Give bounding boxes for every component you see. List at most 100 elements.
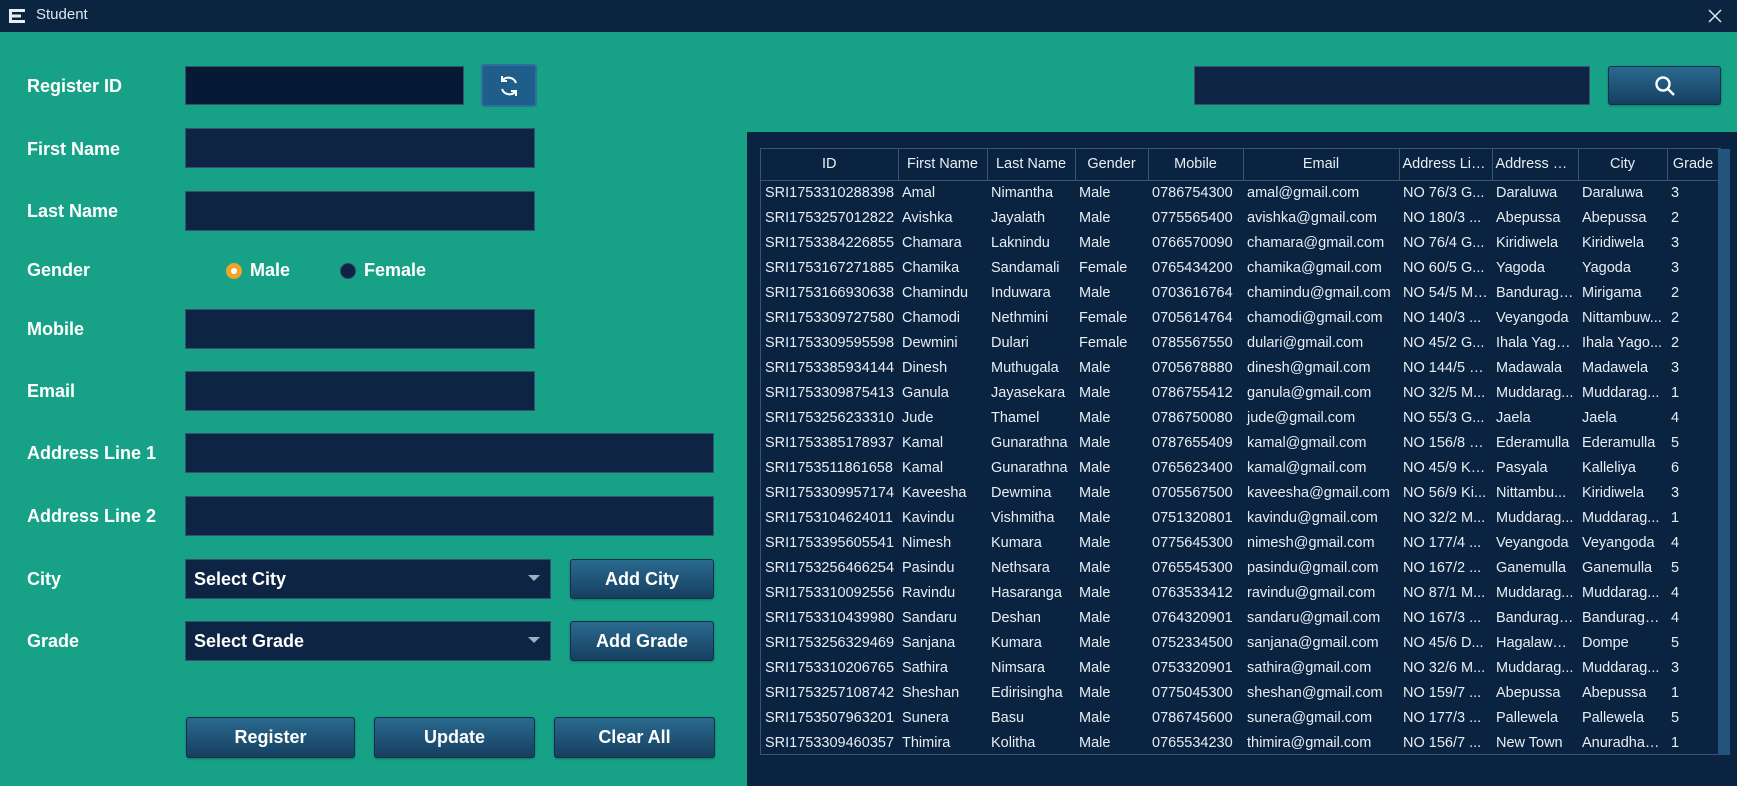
- student-table[interactable]: ID First Name Last Name Gender Mobile Em…: [761, 149, 1720, 754]
- radio-unchecked-icon: [340, 262, 356, 279]
- table-cell: 0751320801: [1152, 509, 1233, 526]
- table-row[interactable]: SRI1753309875413 Ganula Jayasekara Male 0786…: [761, 380, 1719, 405]
- search-button[interactable]: [1608, 66, 1721, 105]
- table-row[interactable]: SRI1753309460357 Thimira Kolitha Male 076553…: [761, 730, 1719, 754]
- table-cell: SRI1753507963201: [765, 709, 895, 726]
- table-row[interactable]: SRI1753166930638 Chamindu Induwara Male 0703…: [761, 280, 1719, 305]
- table-cell: Laknindu: [991, 234, 1050, 251]
- column-header[interactable]: First Name: [898, 149, 988, 181]
- table-cell: NO 54/5 Mi...: [1403, 284, 1489, 301]
- gender-male-radio[interactable]: Male: [226, 260, 290, 281]
- column-header[interactable]: Address Line 2: [1492, 149, 1579, 181]
- table-row[interactable]: SRI1753310092556 Ravindu Hasaranga Male 0763…: [761, 580, 1719, 605]
- mobile-field[interactable]: [185, 309, 535, 349]
- table-row[interactable]: SRI1753257108742 Sheshan Edirisingha Male 07…: [761, 680, 1719, 705]
- first-name-field[interactable]: [185, 128, 535, 168]
- table-cell: Veyangoda: [1582, 534, 1655, 551]
- table-row[interactable]: SRI1753256233310 Jude Thamel Male 0786750080…: [761, 405, 1719, 430]
- table-row[interactable]: SRI1753309957174 Kaveesha Dewmina Male 07055…: [761, 480, 1719, 505]
- table-cell: avishka@gmail.com: [1247, 209, 1377, 226]
- table-cell: jude@gmail.com: [1247, 409, 1356, 426]
- table-cell: sathira@gmail.com: [1247, 659, 1372, 676]
- address-line-1-field[interactable]: [185, 433, 714, 473]
- column-header[interactable]: Email: [1243, 149, 1400, 181]
- refresh-button[interactable]: [481, 64, 537, 107]
- email-field[interactable]: [185, 371, 535, 411]
- table-cell: Nethmini: [991, 309, 1049, 326]
- table-cell: 3: [1671, 234, 1680, 251]
- table-row[interactable]: SRI1753257012822 Avishka Jayalath Male 07755…: [761, 205, 1719, 230]
- column-header[interactable]: Grade: [1667, 149, 1720, 181]
- table-cell: 0785567550: [1152, 334, 1233, 351]
- column-header[interactable]: Mobile: [1148, 149, 1244, 181]
- table-cell: Edirisingha: [991, 684, 1063, 701]
- table-row[interactable]: SRI1753507963201 Sunera Basu Male 0786745600…: [761, 705, 1719, 730]
- register-button[interactable]: Register: [186, 717, 355, 758]
- table-cell: 1: [1671, 384, 1680, 401]
- chevron-down-icon: [528, 637, 540, 643]
- table-row[interactable]: SRI1753310288398 Amal Nimantha Male 07867543…: [761, 180, 1719, 205]
- gender-female-radio[interactable]: Female: [340, 260, 426, 281]
- column-header[interactable]: City: [1578, 149, 1668, 181]
- table-row[interactable]: SRI1753104624011 Kavindu Vishmitha Male 0751…: [761, 505, 1719, 530]
- table-cell: Kaveesha: [902, 484, 967, 501]
- table-cell: Nethsara: [991, 559, 1050, 576]
- refresh-icon: [501, 75, 517, 96]
- table-cell: Nimsara: [991, 659, 1045, 676]
- column-header[interactable]: Address Line 1: [1399, 149, 1493, 181]
- table-cell: 2: [1671, 309, 1680, 326]
- table-row[interactable]: SRI1753310206765 Sathira Nimsara Male 075332…: [761, 655, 1719, 680]
- grade-select[interactable]: Select Grade: [185, 621, 551, 661]
- table-cell: SRI1753309957174: [765, 484, 895, 501]
- address-line-2-field[interactable]: [185, 496, 714, 536]
- table-cell: dinesh@gmail.com: [1247, 359, 1371, 376]
- city-select[interactable]: Select City: [185, 559, 551, 599]
- table-cell: chamindu@gmail.com: [1247, 284, 1391, 301]
- register-id-field[interactable]: [185, 66, 464, 105]
- table-cell: NO 167/2 ...: [1403, 559, 1482, 576]
- table-row[interactable]: SRI1753384226855 Chamara Laknindu Male 07665…: [761, 230, 1719, 255]
- table-cell: 0705614764: [1152, 309, 1233, 326]
- table-row[interactable]: SRI1753309727580 Chamodi Nethmini Female 070…: [761, 305, 1719, 330]
- table-row[interactable]: SRI1753310439980 Sandaru Deshan Male 0764320…: [761, 605, 1719, 630]
- table-row[interactable]: SRI1753385178937 Kamal Gunarathna Male 07876…: [761, 430, 1719, 455]
- close-button[interactable]: [1693, 0, 1737, 32]
- table-scrollbar[interactable]: [1718, 149, 1730, 755]
- table-cell: SRI1753256466254: [765, 559, 895, 576]
- table-cell: 0765434200: [1152, 259, 1233, 276]
- table-row[interactable]: SRI1753385934144 Dinesh Muthugala Male 07056…: [761, 355, 1719, 380]
- table-cell: 5: [1671, 434, 1680, 451]
- table-cell: 0752334500: [1152, 634, 1233, 651]
- column-header[interactable]: Last Name: [987, 149, 1076, 181]
- table-cell: 0775645300: [1152, 534, 1233, 551]
- column-header[interactable]: ID: [761, 149, 899, 181]
- add-city-button[interactable]: Add City: [570, 559, 714, 599]
- table-cell: SRI1753104624011: [765, 509, 893, 526]
- table-row[interactable]: SRI1753395605541 Nimesh Kumara Male 07756453…: [761, 530, 1719, 555]
- table-row[interactable]: SRI1753256329469 Sanjana Kumara Male 0752334…: [761, 630, 1719, 655]
- table-cell: SRI1753310206765: [765, 659, 895, 676]
- table-cell: Kolitha: [991, 734, 1036, 751]
- column-header[interactable]: Gender: [1075, 149, 1149, 181]
- table-cell: Ederamulla: [1582, 434, 1656, 451]
- table-cell: Hagalawat...: [1496, 634, 1577, 651]
- add-grade-button[interactable]: Add Grade: [570, 621, 714, 661]
- table-row[interactable]: SRI1753511861658 Kamal Gunarathna Male 07656…: [761, 455, 1719, 480]
- clear-all-button[interactable]: Clear All: [554, 717, 715, 758]
- table-cell: 6: [1671, 459, 1680, 476]
- table-cell: NO 177/4 ...: [1403, 534, 1482, 551]
- table-row[interactable]: SRI1753167271885 Chamika Sandamali Female 07…: [761, 255, 1719, 280]
- table-cell: 4: [1671, 534, 1680, 551]
- table-row[interactable]: SRI1753309595598 Dewmini Dulari Female 07855…: [761, 330, 1719, 355]
- table-cell: ganula@gmail.com: [1247, 384, 1372, 401]
- gender-label: Gender: [27, 260, 91, 280]
- table-cell: Male: [1079, 584, 1111, 601]
- table-row[interactable]: SRI1753256466254 Pasindu Nethsara Male 07655…: [761, 555, 1719, 580]
- table-cell: 0786755412: [1152, 384, 1233, 401]
- last-name-field[interactable]: [185, 191, 535, 231]
- table-cell: kamal@gmail.com: [1247, 459, 1367, 476]
- search-input[interactable]: [1194, 66, 1590, 105]
- table-cell: 4: [1671, 609, 1680, 626]
- update-button[interactable]: Update: [374, 717, 535, 758]
- grade-label: Grade: [27, 631, 80, 651]
